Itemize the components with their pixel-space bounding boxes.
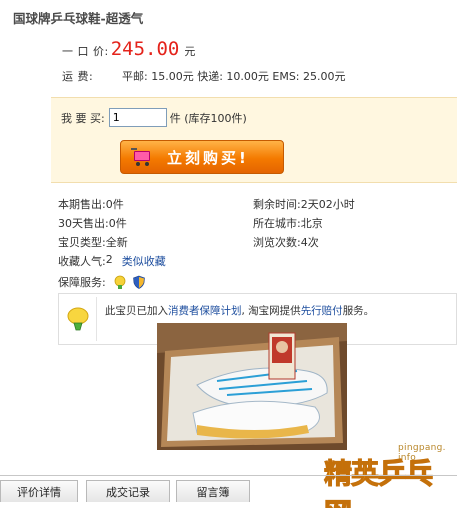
shipping-label: 运 费: — [62, 70, 94, 83]
item-info: 本期售出: 0件 剩余时间: 2天02小时 30天售出: 0件 所在城市: 北京 宝贝类… — [58, 196, 448, 290]
buy-now-label: 立刻购买! — [167, 148, 249, 167]
favorites-label: 收藏人气: — [58, 255, 106, 268]
buy-now-button[interactable]: 立刻购买! — [120, 140, 284, 174]
guarantee-icon-cell — [59, 297, 97, 341]
stock-text: 件 (库存100件) — [169, 111, 247, 125]
guarantee-text: 此宝贝已加入消费者保障计划, 淘宝网提供先行赔付服务。 — [105, 303, 374, 318]
guarantee-text-part: 服务。 — [342, 304, 375, 317]
city-label: 所在城市: — [253, 217, 301, 230]
buy-box: 我 要 买: 件 (库存100件) 立刻购买! — [51, 97, 457, 183]
views-label: 浏览次数: — [253, 236, 301, 249]
remain-value: 2天02小时 — [300, 198, 355, 211]
advance-compensation-link[interactable]: 先行赔付 — [301, 305, 343, 317]
guarantee-service-label: 保障服务: — [58, 276, 106, 289]
type-label: 宝贝类型: — [58, 236, 106, 249]
shipping-text: 平邮: 15.00元 快递: 10.00元 EMS: 25.00元 — [122, 70, 346, 83]
shopping-cart-icon — [131, 147, 153, 167]
sold30-label: 30天售出: — [58, 217, 109, 230]
similar-favorites-link[interactable]: 类似收藏 — [122, 253, 166, 272]
shoe-box-image — [157, 323, 347, 450]
tab-reviews[interactable]: 评价详情 — [0, 480, 78, 502]
shipping-row: 运 费: 平邮: 15.00元 快递: 10.00元 EMS: 25.00元 — [62, 68, 346, 84]
tab-guestbook[interactable]: 留言簿 — [176, 480, 250, 502]
views-value: 4次 — [300, 236, 319, 249]
quantity-input[interactable] — [108, 108, 167, 127]
product-photo — [157, 323, 347, 450]
price-label: 一 口 价: — [62, 45, 109, 58]
guarantee-text-part: 此宝贝已加入 — [105, 304, 168, 317]
price-value: 245.00 — [110, 38, 180, 60]
detail-tabs: 评价详情 成交记录 留言簿 — [0, 475, 457, 508]
quantity-label: 我 要 买: — [61, 111, 105, 125]
quantity-row: 我 要 买: 件 (库存100件) — [61, 108, 247, 127]
type-value: 全新 — [105, 236, 128, 249]
city-value: 北京 — [300, 217, 323, 230]
product-title: 国球牌乒乓球鞋-超透气 — [13, 11, 144, 26]
sold-value: 0件 — [105, 198, 124, 211]
thumbs-up-icon[interactable] — [113, 275, 127, 289]
remain-label: 剩余时间: — [253, 198, 301, 211]
thumbs-up-icon — [67, 307, 88, 331]
tab-transactions[interactable]: 成交记录 — [86, 480, 170, 502]
favorites-value: 2 — [105, 253, 113, 266]
price-row: 一 口 价: 245.00 元 — [62, 38, 195, 60]
consumer-protection-link[interactable]: 消费者保障计划 — [168, 305, 242, 317]
price-unit: 元 — [184, 45, 196, 58]
shield-icon[interactable] — [132, 275, 146, 289]
sold30-value: 0件 — [108, 217, 127, 230]
guarantee-text-part: , 淘宝网提供 — [241, 304, 301, 317]
sold-label: 本期售出: — [58, 198, 106, 211]
